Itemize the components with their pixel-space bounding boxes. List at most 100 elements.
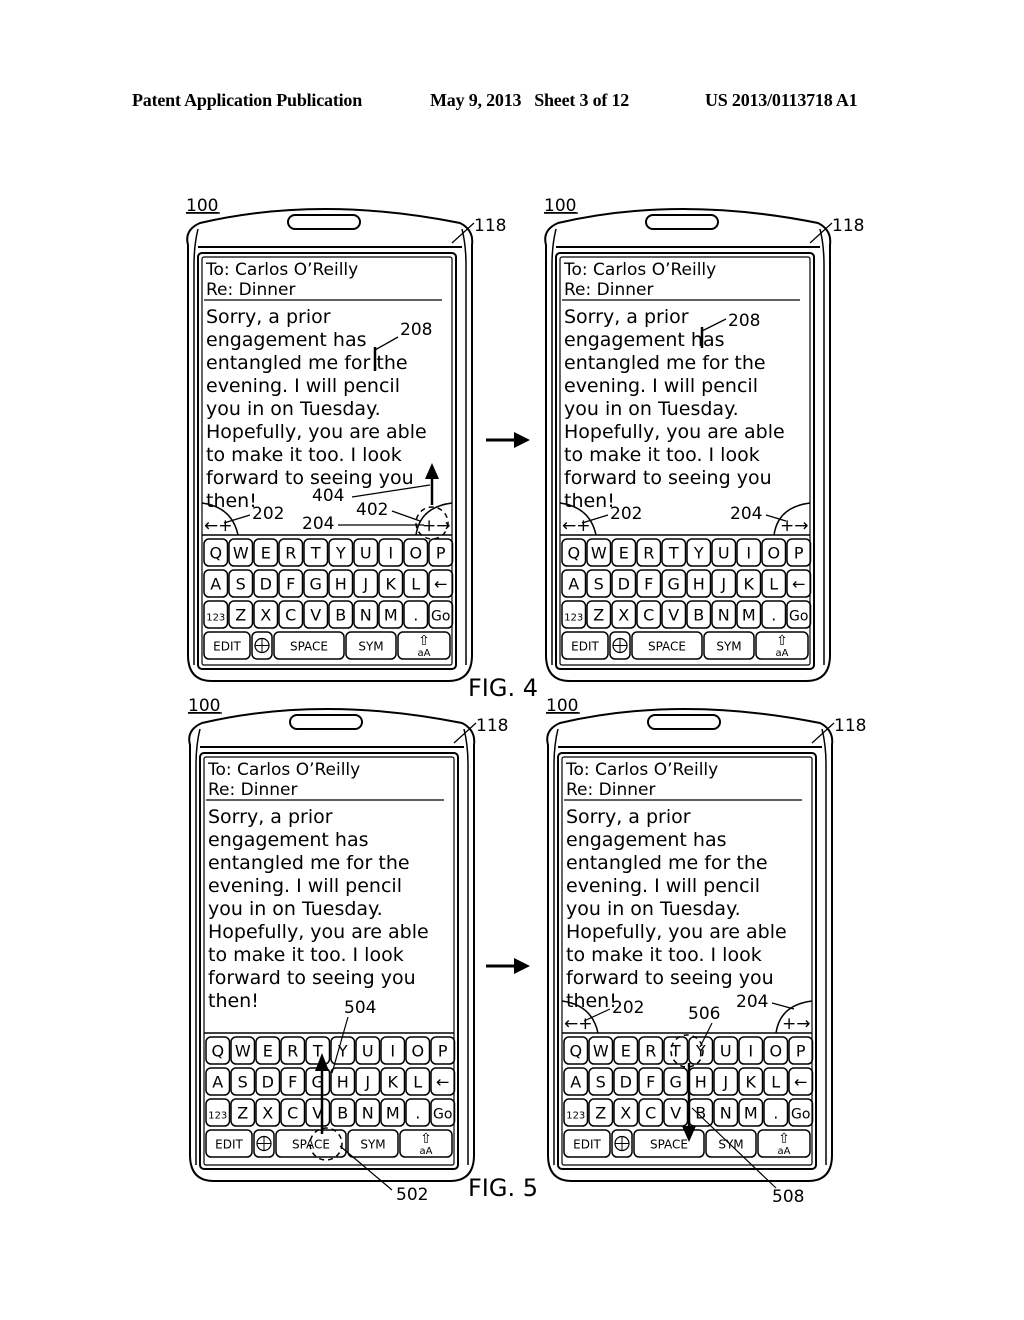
message-line: forward to seeing you	[206, 467, 414, 489]
ref-208: 208	[728, 311, 760, 331]
key-label: .	[773, 1104, 778, 1123]
key-label: Z	[595, 1104, 606, 1123]
key-label: K	[744, 575, 755, 594]
key-label: H	[695, 1073, 707, 1092]
message-line: Hopefully, you are able	[564, 421, 785, 443]
key-label: SPACE	[648, 640, 686, 654]
message-line: evening. I will pencil	[206, 375, 400, 397]
key-label: J	[362, 575, 368, 594]
ref-204: 204	[302, 514, 334, 534]
patent-figure: To: Carlos O’ReillyRe: DinnerSorry, a pr…	[186, 196, 866, 1207]
key-label: N	[360, 606, 372, 625]
message-line: you in on Tuesday.	[208, 898, 383, 920]
ref-202: 202	[252, 504, 284, 524]
key-label: F	[286, 575, 295, 594]
key-label: ←	[434, 575, 447, 594]
message-line: entangled me for the	[566, 852, 768, 874]
ref-204: 204	[736, 992, 768, 1012]
key-label: L	[771, 1073, 780, 1092]
phone-fig5-left: To: Carlos O’ReillyRe: Dinner Sorry, a pr…	[188, 696, 508, 1205]
key-label: H	[693, 575, 705, 594]
message-line: then!	[566, 990, 617, 1012]
key-label: Q	[211, 1042, 224, 1061]
key-label: X	[262, 1104, 273, 1123]
key-label: P	[796, 1042, 806, 1061]
re-field: Re: Dinner	[208, 780, 297, 800]
message-line: Sorry, a prior	[208, 806, 333, 828]
key-label: P	[436, 544, 446, 563]
left-arrow-icon: ←+	[562, 516, 591, 536]
key-label: Q	[567, 544, 580, 563]
key-label: EDIT	[571, 640, 599, 654]
key-label: D	[260, 575, 272, 594]
key-label: R	[643, 544, 654, 563]
key-label: R	[287, 1042, 298, 1061]
key-label: I	[390, 1042, 395, 1061]
key-label: SPACE	[290, 640, 328, 654]
key-label: P	[794, 544, 804, 563]
key-label: G	[310, 575, 322, 594]
message-line: forward to seeing you	[564, 467, 772, 489]
key-label: ←	[794, 1073, 807, 1092]
key-label: K	[388, 1073, 399, 1092]
key-label: J	[720, 575, 726, 594]
re-field: Re: Dinner	[564, 280, 653, 300]
key-label: Z	[237, 1104, 248, 1123]
key-label: 123	[564, 613, 583, 624]
message-line: engagement has	[564, 329, 725, 351]
right-arrow-icon: +→	[780, 516, 809, 536]
key-label: O	[769, 1042, 782, 1061]
key-label: U	[718, 544, 730, 563]
message-line: then!	[206, 490, 257, 512]
ref-118: 118	[834, 716, 866, 736]
key-label: M	[742, 606, 756, 625]
to-field: To: Carlos O’Reilly	[207, 760, 360, 780]
key-label: T	[310, 544, 321, 563]
phone-edge-right	[819, 228, 825, 665]
ref-208: 208	[400, 320, 432, 340]
message-line: Hopefully, you are able	[566, 921, 787, 943]
phone-edge-right	[821, 728, 827, 1165]
key-label: Q	[209, 544, 222, 563]
key-label: M	[384, 606, 398, 625]
key-label: SYM	[716, 640, 741, 654]
key-label: U	[720, 1042, 732, 1061]
key-label: B	[337, 1104, 348, 1123]
ref-204: 204	[730, 504, 762, 524]
re-field: Re: Dinner	[566, 780, 655, 800]
key-label: Go	[433, 1107, 452, 1123]
key-label: F	[646, 1073, 655, 1092]
right-arrow-icon: +→	[422, 516, 451, 536]
key-label: C	[285, 606, 296, 625]
key-label: F	[644, 575, 653, 594]
key-label: EDIT	[215, 1138, 243, 1152]
key-label: R	[645, 1042, 656, 1061]
key-label: Q	[569, 1042, 582, 1061]
key-label: N	[718, 606, 730, 625]
key-label: .	[415, 1104, 420, 1123]
key-label: EDIT	[213, 640, 241, 654]
phone-edge-right	[461, 228, 467, 665]
key-label: Go	[789, 609, 808, 625]
key-label: H	[335, 575, 347, 594]
leader-208	[374, 336, 399, 351]
shift-sub-label: aA	[776, 648, 789, 659]
key-label: J	[722, 1073, 728, 1092]
key-label: L	[769, 575, 778, 594]
key-label: I	[748, 1042, 753, 1061]
phone-fig5-right: To: Carlos O’ReillyRe: Dinner Sorry, a pr…	[546, 696, 866, 1207]
key-label: R	[285, 544, 296, 563]
message-line: Sorry, a prior	[566, 806, 691, 828]
key-label: I	[746, 544, 751, 563]
key-label: S	[596, 1073, 606, 1092]
key-label: O	[411, 1042, 424, 1061]
key-label: 123	[566, 1111, 585, 1122]
key-label: S	[236, 575, 246, 594]
ref-506: 506	[688, 1004, 720, 1024]
key-label: V	[670, 1104, 681, 1123]
key-label: N	[362, 1104, 374, 1123]
key-label: A	[212, 1073, 223, 1092]
key-label: B	[335, 606, 346, 625]
ref-118: 118	[476, 716, 508, 736]
ref-118: 118	[832, 216, 864, 236]
